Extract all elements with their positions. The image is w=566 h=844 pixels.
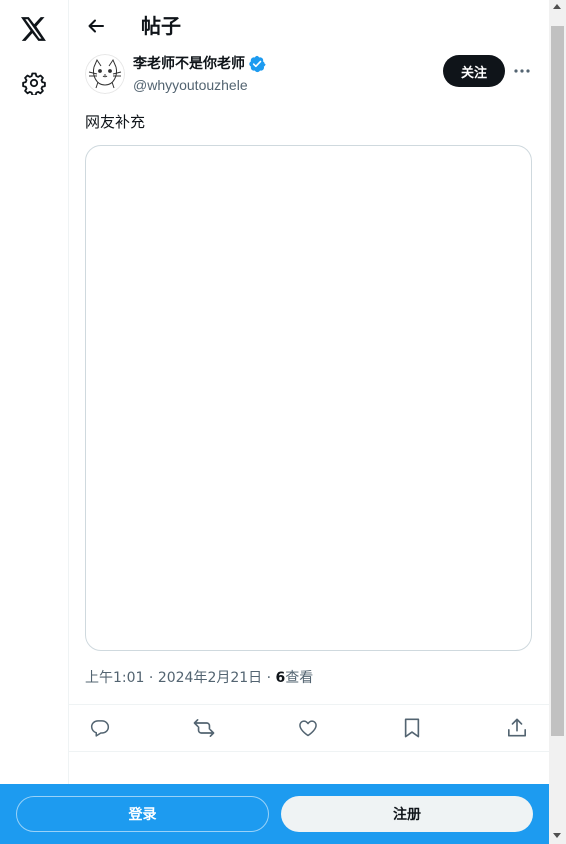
- post-text: 网友补充: [85, 113, 146, 131]
- avatar[interactable]: [85, 54, 125, 94]
- more-options-icon[interactable]: [511, 60, 533, 82]
- repost-icon[interactable]: [193, 717, 215, 739]
- author-row: 李老师不是你老师 @whyyoutouzhele 关注: [85, 54, 533, 98]
- post-meta: 上午1:01 · 2024年2月21日 · 6查看: [85, 668, 313, 688]
- meta-separator: ·: [266, 670, 276, 686]
- scroll-thumb[interactable]: [551, 26, 564, 736]
- signup-button[interactable]: 注册: [281, 796, 533, 832]
- scroll-up-arrow-icon[interactable]: [553, 4, 561, 9]
- bottom-auth-bar: 登录 注册: [0, 784, 549, 844]
- meta-separator: ·: [148, 670, 158, 686]
- post-media[interactable]: [85, 145, 532, 651]
- follow-button[interactable]: 关注: [443, 55, 505, 87]
- scroll-down-arrow-icon[interactable]: [553, 833, 561, 838]
- views-label: 查看: [285, 670, 314, 686]
- top-bar: 帖子: [69, 0, 549, 53]
- page-title: 帖子: [141, 14, 181, 38]
- bookmark-icon[interactable]: [401, 717, 423, 739]
- views-count: 6: [275, 670, 286, 686]
- back-arrow-icon[interactable]: [83, 13, 109, 39]
- scrollbar[interactable]: [549, 0, 566, 844]
- settings-gear-icon[interactable]: [21, 70, 47, 96]
- left-rail: [0, 0, 69, 844]
- reply-icon[interactable]: [89, 717, 111, 739]
- login-button[interactable]: 登录: [16, 796, 269, 832]
- verified-badge-icon: [248, 55, 266, 73]
- main-column: 帖子 李老师不是你老师 @whyyoutouzhele 关注 网友补充 上午1:…: [69, 0, 549, 844]
- like-icon[interactable]: [297, 717, 319, 739]
- author-handle[interactable]: @whyyoutouzhele: [133, 76, 248, 94]
- post-date[interactable]: 2024年2月21日: [158, 670, 262, 686]
- author-name-line: 李老师不是你老师: [133, 55, 266, 73]
- x-logo-icon[interactable]: [19, 14, 49, 44]
- share-icon[interactable]: [506, 717, 528, 739]
- post-time[interactable]: 上午1:01: [85, 670, 144, 686]
- author-name[interactable]: 李老师不是你老师: [133, 55, 245, 73]
- action-bar: [69, 704, 549, 752]
